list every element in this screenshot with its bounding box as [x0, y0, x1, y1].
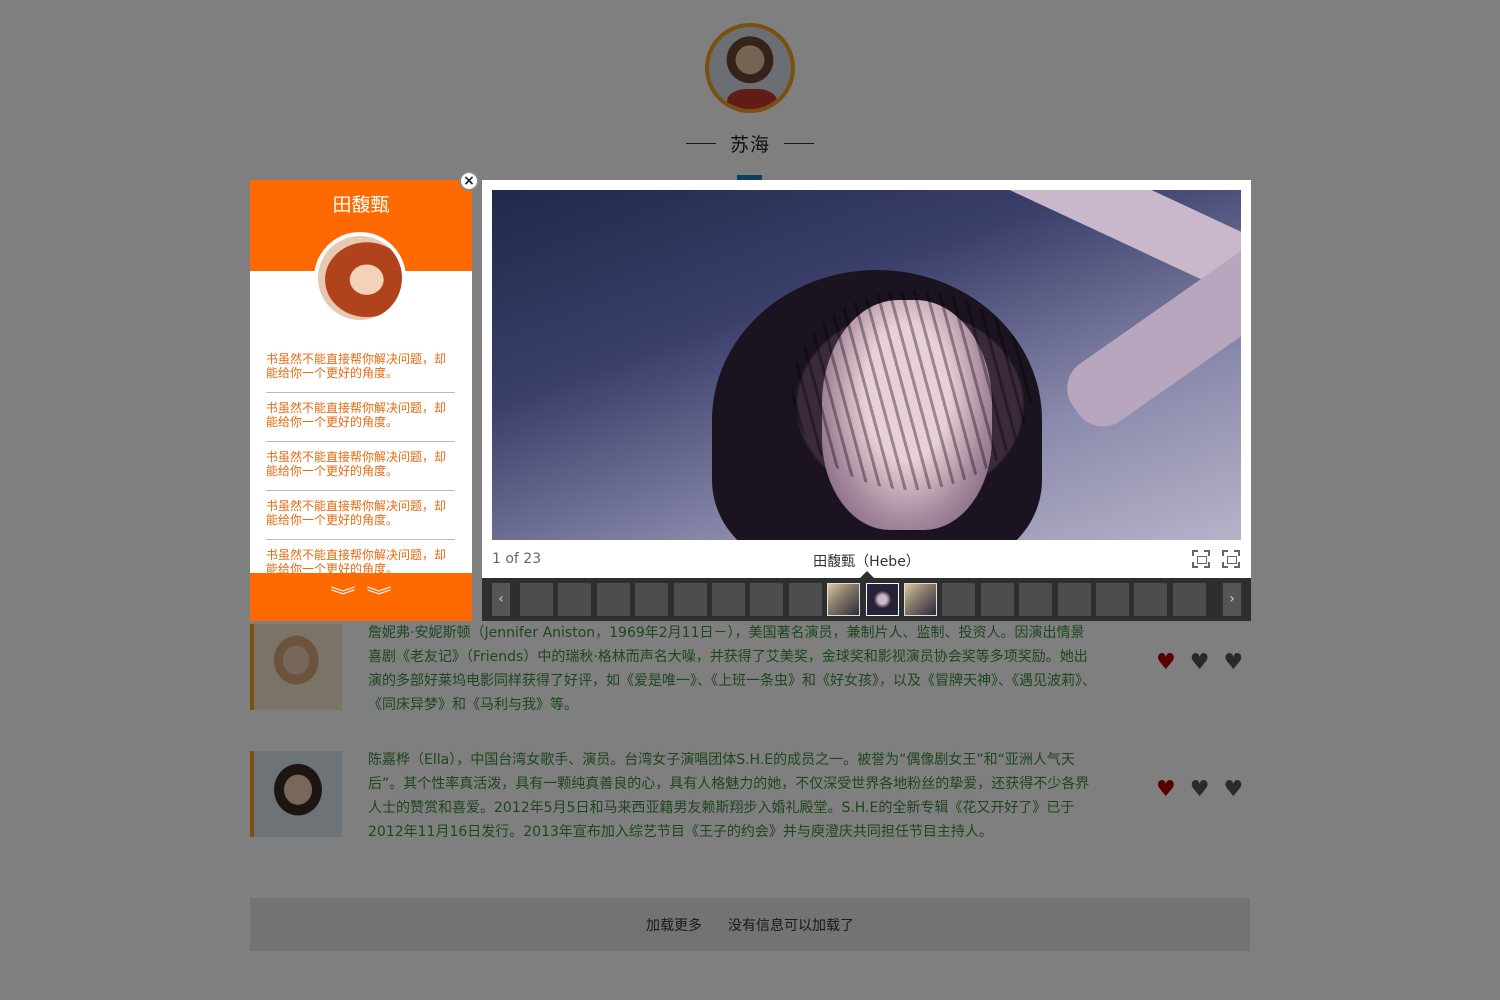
- thumbnail-item[interactable]: [789, 583, 822, 616]
- thumbnail-strip: ‹ ›: [482, 578, 1251, 621]
- thumbnail-item[interactable]: [520, 583, 553, 616]
- quote-item[interactable]: 书虽然不能直接帮你解决问题，却能给你一个更好的角度。: [266, 448, 455, 491]
- double-chevron-down-icon[interactable]: ︾: [366, 588, 391, 606]
- side-panel-footer[interactable]: ︾ ︾: [250, 573, 472, 621]
- thumbnail-pointer: [860, 571, 874, 578]
- lightbox: 1 of 23 田馥甄（Hebe）: [482, 180, 1251, 578]
- thumbnail-item[interactable]: [827, 583, 860, 616]
- thumbnail-next-button[interactable]: ›: [1223, 583, 1241, 616]
- side-panel: 田馥甄 书虽然不能直接帮你解决问题，却能给你一个更好的角度。 书虽然不能直接帮你…: [250, 180, 472, 621]
- fit-to-screen-icon[interactable]: [1192, 550, 1210, 568]
- quote-item[interactable]: 书虽然不能直接帮你解决问题，却能给你一个更好的角度。: [266, 350, 455, 393]
- thumbnail-item[interactable]: [1173, 583, 1206, 616]
- thumbnail-item[interactable]: [674, 583, 707, 616]
- quote-item[interactable]: 书虽然不能直接帮你解决问题，却能给你一个更好的角度。: [266, 399, 455, 442]
- thumbnail-item[interactable]: [1096, 583, 1129, 616]
- thumbnail-item[interactable]: [866, 583, 899, 616]
- thumbnail-item[interactable]: [750, 583, 783, 616]
- quote-item[interactable]: 书虽然不能直接帮你解决问题，却能给你一个更好的角度。: [266, 497, 455, 540]
- image-caption: 田馥甄（Hebe）: [813, 554, 920, 570]
- lightbox-photo[interactable]: [492, 190, 1241, 540]
- fullscreen-icon[interactable]: [1222, 550, 1240, 568]
- thumbnail-item[interactable]: [981, 583, 1014, 616]
- thumbnail-item[interactable]: [904, 583, 937, 616]
- side-panel-avatar: [314, 232, 406, 324]
- thumbnail-item[interactable]: [635, 583, 668, 616]
- side-panel-title: 田馥甄: [332, 194, 390, 216]
- thumbnail-prev-button[interactable]: ‹: [492, 583, 510, 616]
- thumbnail-item[interactable]: [597, 583, 630, 616]
- thumbnail-item[interactable]: [1058, 583, 1091, 616]
- thumbnail-item[interactable]: [558, 583, 591, 616]
- thumbnail-item[interactable]: [1134, 583, 1167, 616]
- double-chevron-down-icon[interactable]: ︾: [330, 588, 355, 606]
- quote-list: 书虽然不能直接帮你解决问题，却能给你一个更好的角度。 书虽然不能直接帮你解决问题…: [266, 350, 455, 595]
- thumbnail-item[interactable]: [942, 583, 975, 616]
- close-button[interactable]: ×: [459, 171, 479, 191]
- thumbnail-item[interactable]: [712, 583, 745, 616]
- thumbnail-item[interactable]: [1019, 583, 1052, 616]
- photo-shadow: [792, 290, 1032, 490]
